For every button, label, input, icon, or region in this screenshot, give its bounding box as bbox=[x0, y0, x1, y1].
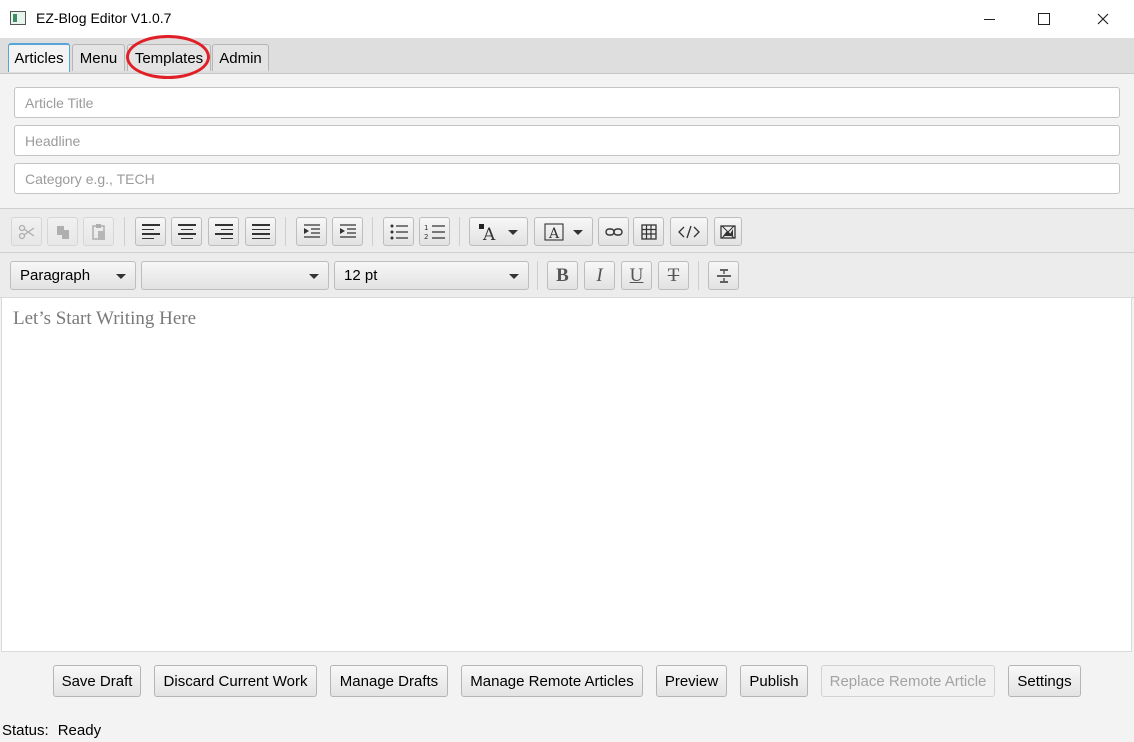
align-right-button[interactable] bbox=[208, 217, 239, 246]
strikethrough-button[interactable]: T bbox=[658, 261, 689, 290]
maximize-button[interactable] bbox=[1015, 0, 1073, 38]
title-bar: EZ-Blog Editor V1.0.7 bbox=[0, 0, 1134, 38]
editor-placeholder: Let’s Start Writing Here bbox=[13, 308, 197, 329]
numbered-list-icon: 12 bbox=[424, 224, 445, 241]
font-size-value: 12 pt bbox=[344, 267, 378, 284]
numbered-list-button[interactable]: 12 bbox=[419, 217, 450, 246]
svg-text:A: A bbox=[482, 225, 496, 241]
highlight-color-icon: A bbox=[544, 222, 564, 241]
italic-icon: I bbox=[596, 264, 603, 286]
copy-icon bbox=[56, 225, 69, 239]
headline-input[interactable] bbox=[14, 125, 1120, 156]
horizontal-rule-icon bbox=[716, 268, 731, 283]
manage-remote-articles-button[interactable]: Manage Remote Articles bbox=[461, 665, 643, 697]
svg-text:1: 1 bbox=[424, 224, 428, 232]
copy-button[interactable] bbox=[47, 217, 78, 246]
scissors-icon bbox=[18, 224, 34, 239]
bold-icon: B bbox=[556, 264, 569, 286]
svg-text:2: 2 bbox=[424, 233, 428, 241]
strikethrough-icon: T bbox=[667, 264, 680, 286]
align-center-icon bbox=[177, 224, 196, 239]
italic-button[interactable]: I bbox=[584, 261, 615, 290]
tab-articles[interactable]: Articles bbox=[8, 43, 70, 72]
status-bar: Status: Ready bbox=[2, 722, 101, 739]
discard-work-button[interactable]: Discard Current Work bbox=[154, 665, 317, 697]
toolbar-separator bbox=[372, 217, 373, 246]
align-right-icon bbox=[214, 224, 233, 239]
align-left-button[interactable] bbox=[135, 217, 166, 246]
outdent-button[interactable] bbox=[296, 217, 327, 246]
paragraph-style-value: Paragraph bbox=[20, 267, 91, 284]
replace-remote-article-button[interactable]: Replace Remote Article bbox=[821, 665, 995, 697]
insert-link-button[interactable] bbox=[598, 217, 629, 246]
manage-drafts-button[interactable]: Manage Drafts bbox=[330, 665, 448, 697]
underline-icon: U bbox=[629, 264, 644, 286]
status-label: Status: bbox=[2, 722, 49, 739]
chevron-down-icon bbox=[573, 230, 583, 235]
toolbar-separator bbox=[285, 217, 286, 246]
align-center-button[interactable] bbox=[171, 217, 202, 246]
toolbar-separator bbox=[124, 217, 125, 246]
editor-toolbar-top: 12 A A bbox=[0, 208, 1134, 253]
insert-table-button[interactable] bbox=[633, 217, 664, 246]
justify-button[interactable] bbox=[245, 217, 276, 246]
status-value: Ready bbox=[57, 722, 102, 739]
chevron-down-icon bbox=[116, 274, 126, 279]
html-source-button[interactable] bbox=[670, 217, 708, 246]
article-title-input[interactable] bbox=[14, 87, 1120, 118]
bullet-list-icon bbox=[390, 224, 408, 239]
indent-button[interactable] bbox=[332, 217, 363, 246]
tab-admin[interactable]: Admin bbox=[212, 44, 269, 71]
insert-image-button[interactable] bbox=[714, 217, 742, 246]
chevron-down-icon bbox=[508, 230, 518, 235]
minimize-button[interactable] bbox=[960, 0, 1018, 38]
code-icon bbox=[678, 225, 700, 238]
paste-icon bbox=[91, 223, 105, 240]
font-size-select[interactable]: 12 pt bbox=[334, 261, 529, 290]
window-title: EZ-Blog Editor V1.0.7 bbox=[36, 10, 172, 26]
tab-templates[interactable]: Templates bbox=[127, 44, 211, 71]
close-button[interactable] bbox=[1074, 0, 1132, 38]
toolbar-separator bbox=[537, 261, 538, 290]
cut-button[interactable] bbox=[11, 217, 42, 246]
toolbar-separator bbox=[698, 261, 699, 290]
horizontal-rule-button[interactable] bbox=[708, 261, 739, 290]
category-input[interactable] bbox=[14, 163, 1120, 194]
chevron-down-icon bbox=[509, 274, 519, 279]
rich-text-editor[interactable]: Let’s Start Writing Here bbox=[1, 297, 1132, 652]
toolbar-separator bbox=[459, 217, 460, 246]
font-family-select[interactable] bbox=[141, 261, 329, 290]
justify-icon bbox=[251, 224, 270, 239]
highlight-color-button[interactable]: A bbox=[534, 217, 593, 246]
font-color-icon: A bbox=[479, 223, 496, 241]
link-icon bbox=[604, 227, 623, 236]
tab-bar: Articles Menu Templates Admin bbox=[0, 38, 1134, 74]
chevron-down-icon bbox=[309, 274, 319, 279]
font-color-button[interactable]: A bbox=[469, 217, 528, 246]
outdent-icon bbox=[303, 223, 320, 238]
indent-icon bbox=[339, 223, 356, 238]
maximize-icon bbox=[1038, 13, 1050, 25]
publish-button[interactable]: Publish bbox=[740, 665, 808, 697]
minimize-icon bbox=[983, 18, 995, 20]
bullet-list-button[interactable] bbox=[383, 217, 414, 246]
settings-button[interactable]: Settings bbox=[1008, 665, 1081, 697]
close-icon bbox=[1097, 13, 1109, 25]
table-icon bbox=[640, 223, 657, 240]
bold-button[interactable]: B bbox=[547, 261, 578, 290]
save-draft-button[interactable]: Save Draft bbox=[53, 665, 141, 697]
align-left-icon bbox=[141, 224, 160, 239]
preview-button[interactable]: Preview bbox=[656, 665, 727, 697]
editor-toolbar-bottom: Paragraph 12 pt B I U T bbox=[0, 252, 1134, 298]
paragraph-style-select[interactable]: Paragraph bbox=[10, 261, 136, 290]
svg-text:A: A bbox=[548, 226, 560, 241]
tab-menu[interactable]: Menu bbox=[72, 44, 125, 71]
paste-button[interactable] bbox=[83, 217, 114, 246]
app-icon bbox=[10, 11, 26, 25]
image-icon bbox=[720, 224, 736, 239]
underline-button[interactable]: U bbox=[621, 261, 652, 290]
